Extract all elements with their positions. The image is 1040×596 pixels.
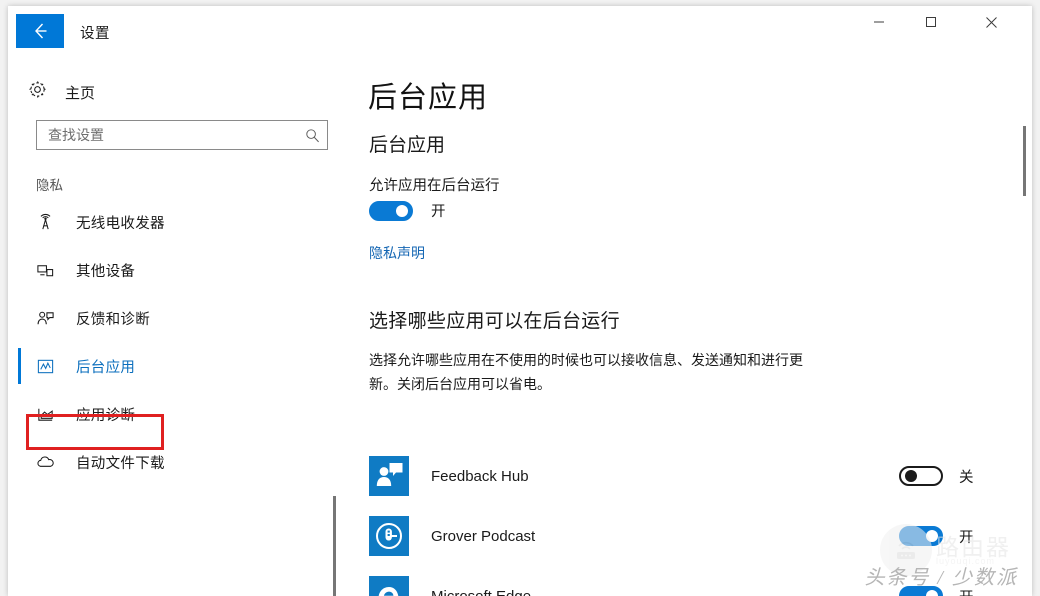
app-toggle-wrap: 关 — [899, 466, 1009, 487]
sidebar-item-label: 自动文件下载 — [76, 452, 165, 473]
privacy-statement-link[interactable]: 隐私声明 — [369, 243, 425, 263]
app-name: Microsoft Edge — [431, 588, 899, 596]
settings-window: 设置 — [8, 6, 1032, 596]
radio-tower-icon — [36, 213, 60, 232]
sidebar-item-label: 反馈和诊断 — [76, 308, 150, 329]
app-name: Grover Podcast — [431, 528, 899, 545]
sidebar-item-feedback-diagnostics[interactable]: 反馈和诊断 — [8, 294, 353, 342]
title-bar: 设置 — [8, 6, 1032, 56]
minimize-icon — [873, 16, 885, 28]
app-toggle-switch[interactable] — [899, 466, 943, 486]
feedback-hub-icon — [369, 456, 409, 496]
sidebar-item-app-diagnostics[interactable]: 应用诊断 — [8, 390, 353, 438]
choose-apps-description: 选择允许哪些应用在不使用的时候也可以接收信息、发送通知和进行更新。关闭后台应用可… — [369, 348, 819, 396]
app-toggle-state: 关 — [959, 466, 974, 487]
grover-podcast-icon — [369, 516, 409, 556]
master-toggle-switch[interactable] — [369, 201, 413, 221]
close-icon — [985, 16, 998, 29]
section-title: 后台应用 — [369, 130, 445, 157]
devices-icon — [36, 261, 60, 280]
master-toggle-state: 开 — [431, 200, 446, 221]
master-toggle-row: 开 — [369, 200, 446, 221]
search-box[interactable] — [36, 120, 328, 150]
toggle-knob — [926, 590, 938, 596]
sidebar-home-label: 主页 — [65, 82, 95, 103]
app-toggle-wrap: 开 — [899, 526, 1009, 547]
toggle-knob — [396, 205, 408, 217]
arrow-left-icon — [16, 14, 64, 48]
sidebar-item-other-devices[interactable]: 其他设备 — [8, 246, 353, 294]
sidebar-item-label: 后台应用 — [76, 356, 135, 377]
app-name: Feedback Hub — [431, 468, 899, 485]
main-content: 后台应用 后台应用 允许应用在后台运行 开 隐私声明 选择哪些应用可以在后台运行… — [353, 56, 1032, 596]
sidebar: 主页 隐私 — [8, 56, 353, 596]
search-input[interactable] — [46, 121, 297, 149]
sidebar-item-automatic-file-downloads[interactable]: 自动文件下载 — [8, 438, 353, 486]
app-list-scrollbar[interactable] — [333, 496, 336, 596]
app-toggle-switch[interactable] — [899, 586, 943, 596]
toggle-knob — [926, 530, 938, 542]
close-button[interactable] — [968, 6, 1014, 38]
maximize-button[interactable] — [908, 6, 954, 38]
cloud-download-icon — [36, 453, 60, 472]
back-button[interactable] — [16, 14, 64, 48]
app-list: Feedback Hub 关 — [369, 446, 1009, 596]
screenshot-root: 设置 — [0, 0, 1040, 596]
sidebar-item-label: 其他设备 — [76, 260, 135, 281]
sidebar-item-home[interactable]: 主页 — [28, 80, 95, 104]
app-row[interactable]: Microsoft Edge 开 — [369, 566, 1009, 596]
master-toggle-label: 允许应用在后台运行 — [369, 174, 500, 195]
sidebar-item-label: 应用诊断 — [76, 404, 135, 425]
edge-icon — [369, 576, 409, 596]
app-toggle-state: 开 — [959, 586, 974, 596]
sidebar-group-label: 隐私 — [36, 174, 63, 194]
sidebar-item-radios[interactable]: 无线电收发器 — [8, 198, 353, 246]
app-diagnostics-icon — [36, 405, 60, 424]
search-icon[interactable] — [297, 121, 327, 149]
sidebar-nav-list: 无线电收发器 其他设备 — [8, 198, 353, 486]
maximize-icon — [925, 16, 937, 28]
feedback-person-icon — [36, 309, 60, 328]
toggle-knob — [905, 470, 917, 482]
minimize-button[interactable] — [856, 6, 902, 38]
page-title: 后台应用 — [368, 74, 488, 116]
app-row[interactable]: Feedback Hub 关 — [369, 446, 1009, 506]
sidebar-item-label: 无线电收发器 — [76, 212, 165, 233]
app-toggle-wrap: 开 — [899, 586, 1009, 596]
app-toggle-switch[interactable] — [899, 526, 943, 546]
background-apps-icon — [36, 357, 60, 376]
content-scrollbar[interactable] — [1023, 126, 1026, 196]
app-row[interactable]: Grover Podcast 开 — [369, 506, 1009, 566]
choose-apps-heading: 选择哪些应用可以在后台运行 — [369, 306, 620, 333]
selection-accent-bar — [18, 348, 21, 384]
sidebar-item-background-apps[interactable]: 后台应用 — [8, 342, 353, 390]
window-title: 设置 — [80, 22, 110, 43]
app-toggle-state: 开 — [959, 526, 974, 547]
gear-icon — [28, 80, 47, 104]
